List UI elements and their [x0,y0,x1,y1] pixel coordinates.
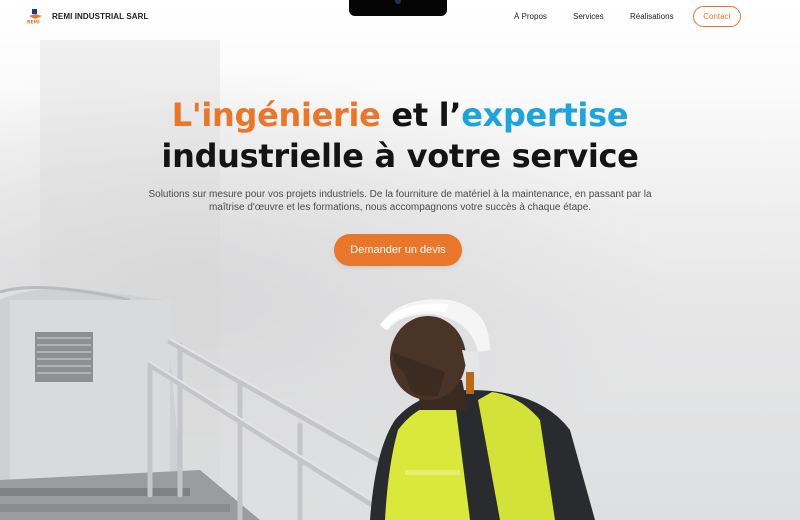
nav-link-realisations[interactable]: Réalisations [630,12,674,21]
nav-link-services[interactable]: Services [573,12,604,21]
navbar: REMI REMI INDUSTRIAL SARL À Propos Servi… [0,0,800,36]
request-quote-button[interactable]: Demander un devis [334,234,462,266]
hero-section: REMI REMI INDUSTRIAL SARL À Propos Servi… [0,0,800,520]
nav-link-a-propos[interactable]: À Propos [514,12,547,21]
brand-name[interactable]: REMI INDUSTRIAL SARL [52,12,149,21]
camera-notch [349,0,447,16]
hero-subtitle: Solutions sur mesure pour vos projets in… [120,188,680,214]
hero-headline: L'ingénierie et l’expertise industrielle… [0,95,800,177]
headline-engineering: L'ingénierie [171,96,381,134]
worker-figure [370,299,595,520]
subtitle-line2: maîtrise d'œuvre et les formations, nous… [208,202,592,213]
headline-connector: et l’ [380,96,462,134]
subtitle-line1: Solutions sur mesure pour vos projets in… [148,189,652,200]
svg-text:REMI: REMI [27,20,40,25]
vent-grille [35,332,93,382]
contact-button[interactable]: Contact [693,6,741,27]
headline-expertise: expertise [461,96,629,134]
camera-dot [395,0,401,4]
headline-line2: industrielle à votre service [161,137,639,175]
remi-logo-icon[interactable]: REMI [26,8,46,24]
